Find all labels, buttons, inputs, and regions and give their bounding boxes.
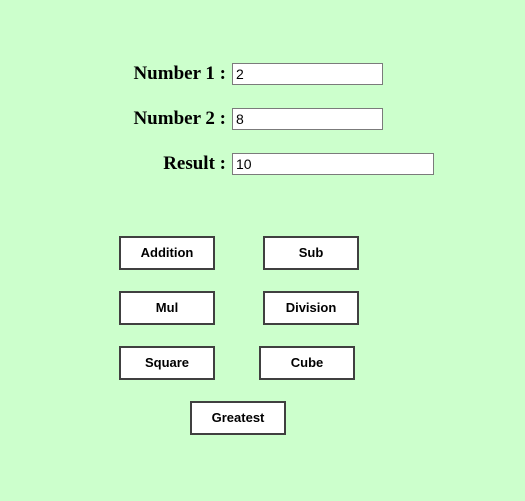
- greatest-button[interactable]: Greatest: [190, 401, 286, 435]
- addition-button[interactable]: Addition: [119, 236, 215, 270]
- mul-button[interactable]: Mul: [119, 291, 215, 325]
- division-button[interactable]: Division: [263, 291, 359, 325]
- calculator-page: Number 1 : Number 2 : Result : Addition …: [0, 0, 525, 501]
- sub-button[interactable]: Sub: [263, 236, 359, 270]
- cube-button[interactable]: Cube: [259, 346, 355, 380]
- operation-buttons: Addition Sub Mul Division Square Cube Gr…: [0, 0, 525, 501]
- square-button[interactable]: Square: [119, 346, 215, 380]
